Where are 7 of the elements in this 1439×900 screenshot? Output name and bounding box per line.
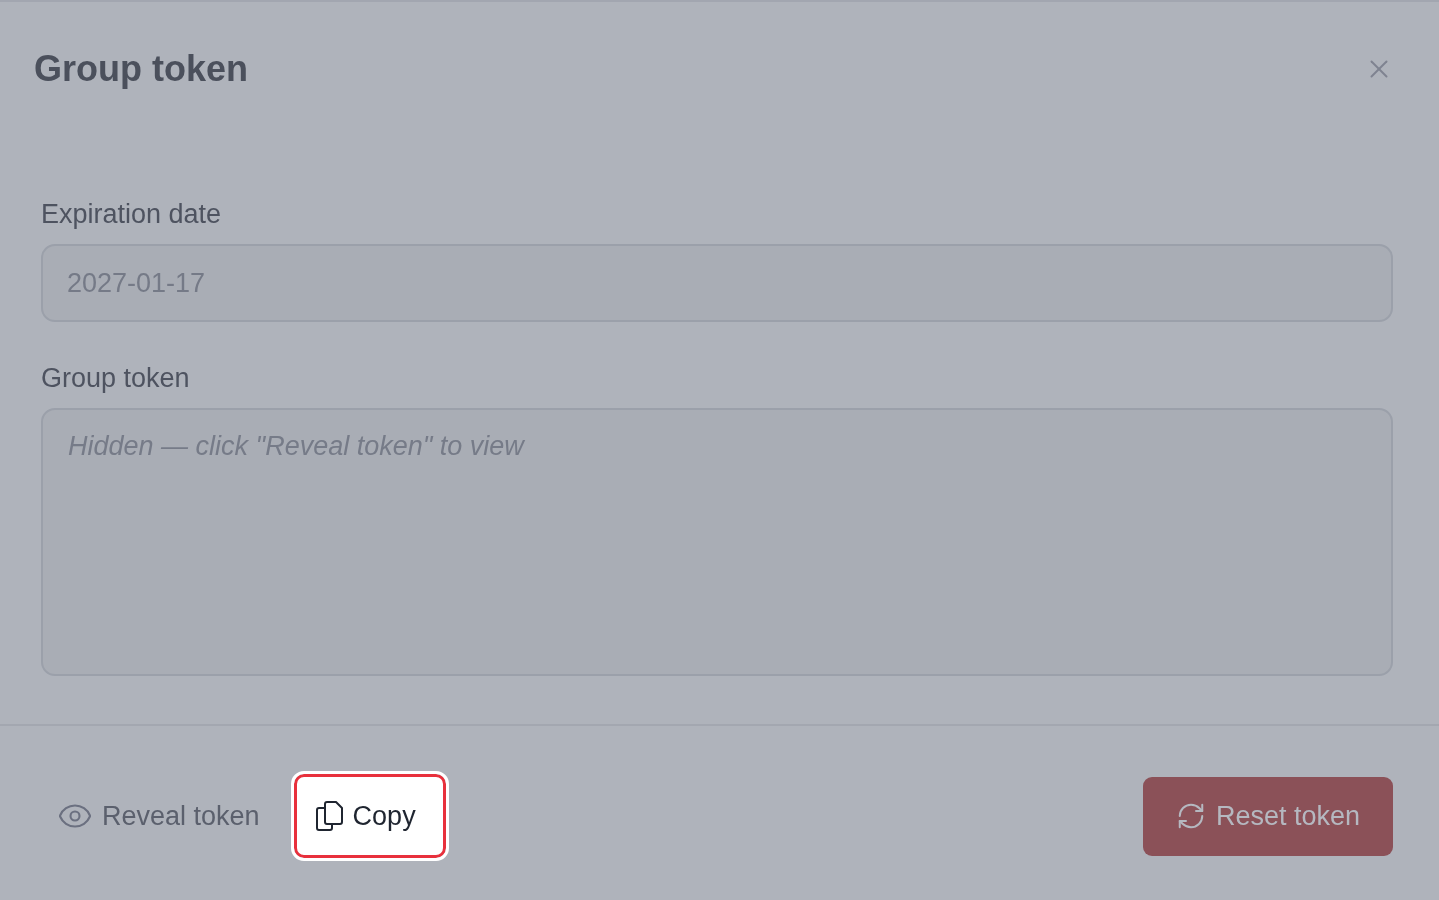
copy-icon [314,800,344,832]
field-label: Group token [41,362,190,394]
copy-button[interactable]: Copy [293,774,446,858]
reveal-token-button[interactable]: Reveal token [41,776,276,856]
dialog-title: Group token [34,47,248,91]
reset-token-button[interactable]: Reset token [1143,776,1393,856]
field-label: Expiration date [41,198,222,230]
